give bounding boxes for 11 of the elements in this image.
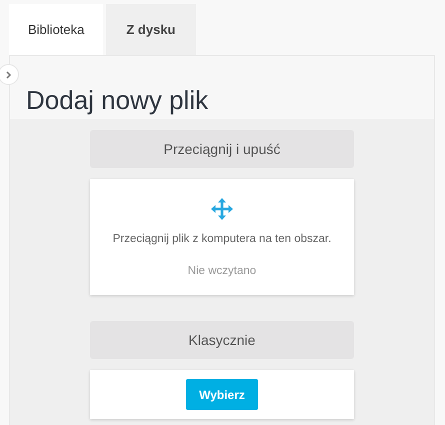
drop-zone[interactable]: Przeciągnij plik z komputera na ten obszar. Nie wczytano (90, 179, 354, 295)
section-header: Klasycznie (90, 321, 354, 359)
tab[interactable]: Z dysku (106, 4, 196, 55)
chevron-icon (6, 70, 12, 78)
tab[interactable]: Biblioteka (9, 4, 104, 55)
drop-hint: Przeciągnij plik z komputera na ten obszar. (112, 232, 332, 247)
upload-status: Nie wczytano (188, 264, 256, 280)
section-header: Przeciągnij i upuść (90, 130, 354, 168)
panel-title: Dodaj nowy plik (26, 87, 208, 113)
move-icon (210, 197, 234, 221)
sidebar-toggle[interactable] (0, 64, 19, 85)
